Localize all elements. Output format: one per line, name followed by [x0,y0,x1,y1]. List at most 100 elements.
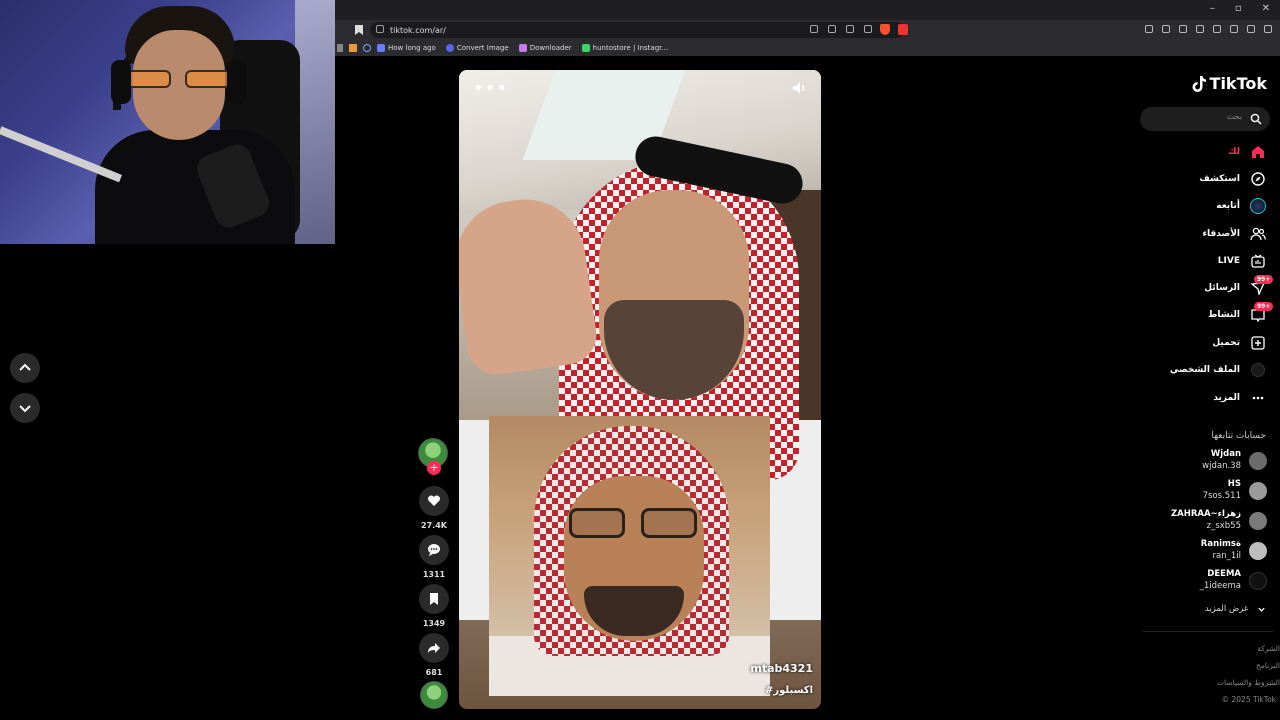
reload-icon[interactable] [363,44,371,52]
share-icon[interactable] [864,25,872,33]
save-count: 1349 [422,619,446,628]
nav-label: النشاط [1207,310,1240,320]
apps-icon[interactable] [337,44,343,52]
extension-icon[interactable] [1162,25,1170,33]
url-text: tiktok.com/ar/ [390,25,446,35]
show-more-button[interactable]: عرض المزيد [1205,604,1266,614]
site-info-icon[interactable] [376,25,384,33]
share-icon [428,643,440,653]
account-name: Ranimsة [1200,539,1241,549]
inset-video [489,416,770,696]
search-input[interactable]: بحث [1140,107,1270,131]
vpn-icon[interactable] [1247,25,1255,33]
nav-label: تحميل [1212,338,1240,348]
bookmarks-bar: How long ago Convert Image Downloader hu… [335,40,1280,56]
tiktok-logo-icon [1192,75,1206,92]
nav-following[interactable]: أتابعه [1216,197,1266,215]
bookmark-huntostore[interactable]: huntostore | Instagr... [581,44,668,52]
comment-button[interactable] [419,535,449,565]
menu-icon[interactable] [1264,25,1272,33]
account-avatar [1249,452,1267,470]
headset-cup-right [227,60,247,104]
bookmark-downloader[interactable]: Downloader [518,44,572,52]
profile-icon [1250,362,1266,378]
nav-label: الملف الشخصي [1169,365,1240,375]
account-handle: wjdan.38 [1202,461,1241,471]
chevron-down-icon [1258,607,1265,612]
upload-icon [1250,335,1266,351]
messages-icon: 99+ [1250,275,1274,296]
like-button[interactable] [419,486,449,516]
streamer-webcam [0,0,335,244]
bookmark-favicon [445,44,454,52]
sidebar-icon[interactable] [1196,25,1204,33]
following-account[interactable]: ZAHRAA~زهراء z_sxb55 [1137,509,1267,535]
browser-toolbar: tiktok.com/ar/ [335,20,1280,40]
nav-label: الرسائل [1204,283,1240,293]
nav-profile[interactable]: الملف الشخصي [1170,361,1266,379]
share-button[interactable] [419,633,449,663]
reader-icon[interactable] [810,25,818,33]
cast-icon[interactable] [828,25,836,33]
nav-activity[interactable]: النشاط 99+ [1207,302,1274,324]
account-handle: _1ideema [1199,581,1241,591]
account-handle: ran_1il [1212,551,1241,561]
account-name: ZAHRAA~زهراء [1170,509,1241,519]
search-icon[interactable] [1250,113,1262,125]
bookmark-convert-image[interactable]: Convert Image [445,44,509,52]
leo-icon[interactable] [1230,25,1238,33]
bookmark-how-long-ago[interactable]: How long ago [377,44,436,52]
previous-video-button[interactable] [10,353,40,383]
folder-icon[interactable] [349,44,357,52]
footer-company[interactable]: الشركة [1257,644,1280,653]
music-icon[interactable] [1179,25,1187,33]
following-account[interactable]: HS 7sos.511 [1137,479,1267,505]
nav-for-you[interactable]: لك [1228,143,1266,161]
sound-disc-avatar[interactable] [420,681,448,709]
zoom-icon[interactable] [846,25,854,33]
footer-program[interactable]: البرنامج [1256,661,1280,670]
activity-badge: 99+ [1254,302,1274,311]
following-accounts-title: حسابات تتابعها [1211,431,1266,441]
save-button[interactable] [419,584,449,614]
chevron-down-icon [19,405,31,413]
video-hashtag[interactable]: #اكسبلور [765,685,813,696]
footer-copyright: © 2025 TikTok [1221,695,1276,704]
tiktok-logo[interactable]: TikTok [1192,74,1267,93]
brave-rewards-icon[interactable] [898,24,908,35]
volume-icon[interactable] [793,82,807,94]
streamer-body [95,130,295,244]
comment-icon [428,544,440,556]
sidebar: TikTok بحث لك استكشف أتابعه الأصدقاء LIV… [1135,56,1280,720]
brave-shields-icon[interactable] [880,24,890,35]
following-account[interactable]: Ranimsة ran_1il [1137,539,1267,565]
following-account[interactable]: Wjdan wjdan.38 [1137,449,1267,475]
like-action: 27.4K [418,486,450,530]
nav-friends[interactable]: الأصدقاء [1202,225,1266,243]
live-icon [1250,253,1266,269]
nav-upload[interactable]: تحميل [1212,334,1266,352]
extension-icon[interactable] [1145,25,1153,33]
close-button[interactable]: ✕ [1262,3,1270,14]
background-shelf [295,0,335,244]
following-account[interactable]: DEEMA _1ideema [1137,569,1267,595]
nav-more[interactable]: المزيد [1213,389,1266,407]
minimize-button[interactable]: – [1210,3,1215,14]
footer-terms[interactable]: الشروط والسياسات [1217,678,1280,687]
logo-text: TikTok [1209,74,1267,93]
video-more-icon[interactable]: ••• [473,78,508,99]
nav-messages[interactable]: الرسائل 99+ [1204,275,1274,297]
bookmark-favicon [581,44,590,52]
account-name: DEEMA [1207,569,1241,579]
next-video-button[interactable] [10,393,40,423]
browser-titlebar: – ▫ ✕ [335,0,1280,22]
video-player[interactable]: ••• mtab4321 #اكسبلور [459,70,821,709]
nav-live[interactable]: LIVE [1218,252,1266,270]
bookmark-icon[interactable] [355,25,363,35]
wallet-icon[interactable] [1213,25,1221,33]
maximize-button[interactable]: ▫ [1235,3,1242,14]
follow-plus-button[interactable]: + [427,461,441,475]
nav-explore[interactable]: استكشف [1199,170,1266,188]
comment-count: 1311 [422,570,446,579]
account-avatar [1249,542,1267,560]
